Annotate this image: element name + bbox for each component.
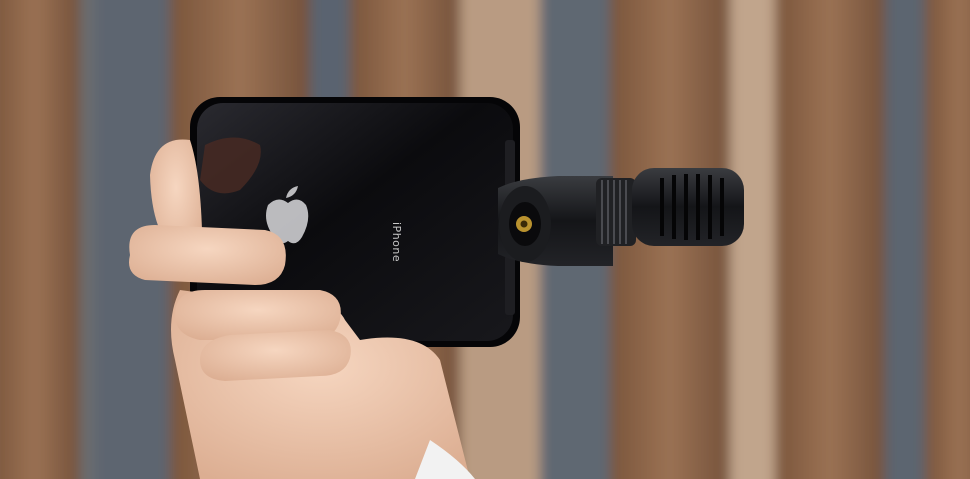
product-photo: iPhone — [0, 0, 970, 479]
phone-brand-text: iPhone — [390, 222, 403, 263]
photo-canvas — [0, 0, 970, 479]
